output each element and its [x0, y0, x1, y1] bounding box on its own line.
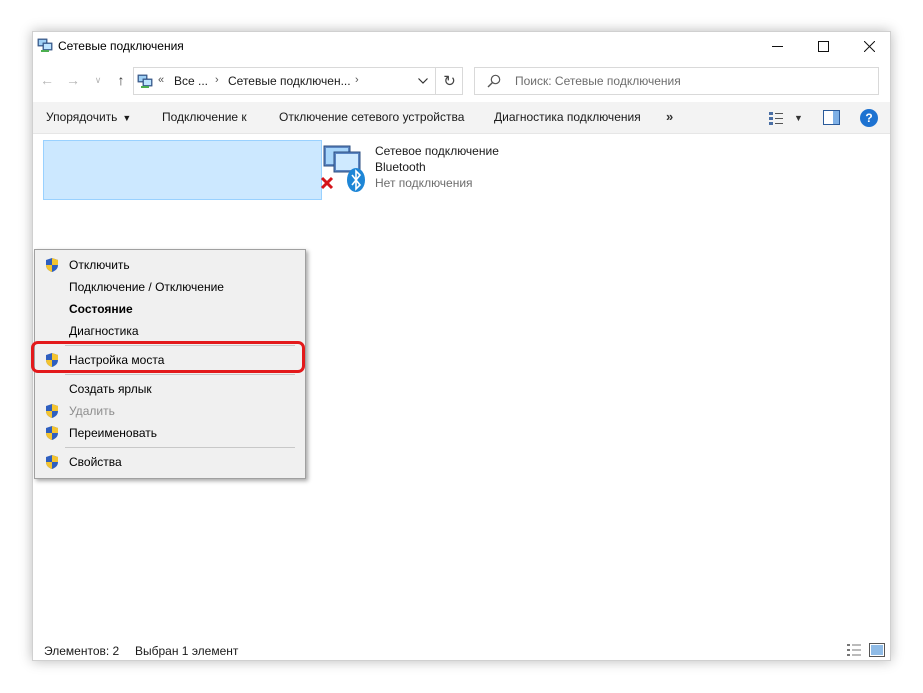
up-button[interactable]: ↑ [111, 69, 131, 91]
close-icon [863, 40, 875, 52]
network-adapter-disconnected-icon [320, 145, 365, 192]
breadcrumb-network-connections[interactable]: Сетевые подключен... [228, 74, 351, 88]
menu-item-status[interactable]: Состояние [37, 298, 303, 320]
help-icon[interactable]: ? [860, 109, 878, 127]
menu-item-label: Удалить [69, 404, 115, 418]
menu-item-label: Переименовать [69, 426, 157, 440]
shield-icon [46, 258, 58, 272]
menu-item-label: Подключение / Отключение [69, 280, 224, 294]
menu-item-create-shortcut[interactable]: Создать ярлык [37, 378, 303, 400]
dropdown-arrow-icon: ▼ [122, 113, 132, 123]
connection-status: Нет подключения [375, 176, 473, 190]
shield-icon [46, 455, 58, 469]
chevron-down-icon [418, 78, 428, 84]
menu-item-label: Свойства [69, 455, 122, 469]
preview-pane-icon[interactable] [823, 110, 840, 125]
change-view-icon[interactable] [768, 110, 784, 126]
overflow-chevron-icon[interactable]: « [158, 74, 164, 86]
menu-item-label: Отключить [69, 258, 130, 272]
connection-name: Сетевое подключение [375, 144, 499, 158]
network-connections-icon [37, 38, 53, 52]
menu-item-rename[interactable]: Переименовать [37, 422, 303, 444]
organize-button[interactable]: Упорядочить ▼ [46, 110, 131, 124]
arrow-right-icon: → [66, 72, 80, 88]
view-options-dropdown-icon[interactable]: ▼ [794, 113, 803, 123]
minimize-icon [771, 45, 783, 47]
diagnose-connection-button[interactable]: Диагностика подключения [494, 110, 641, 124]
menu-item-connect-disconnect[interactable]: Подключение / Отключение [37, 276, 303, 298]
title-bar: Сетевые подключения [33, 32, 890, 60]
navigation-bar: ← → ∨ ↑ « Все ... › Сетевые подключен...… [33, 65, 890, 95]
more-commands-button[interactable]: » [666, 109, 673, 124]
refresh-icon: ↻ [443, 73, 456, 90]
breadcrumb-all-items[interactable]: Все ... [174, 74, 208, 88]
file-list: Сетевое подключение Bluetooth Нет подклю… [33, 135, 890, 632]
address-bar[interactable]: « Все ... › Сетевые подключен... › ↻ [133, 67, 463, 95]
recent-locations-button[interactable]: ∨ [88, 69, 108, 91]
shield-icon [46, 404, 58, 418]
items-count: Элементов: 2 [44, 644, 120, 658]
connection-item[interactable]: Сетевое подключение Bluetooth Нет подклю… [320, 140, 550, 198]
selected-connection-item[interactable] [43, 140, 322, 200]
menu-item-label: Создать ярлык [69, 382, 152, 396]
shield-icon [46, 426, 58, 440]
connection-type: Bluetooth [375, 160, 426, 174]
highlight-ring [31, 341, 305, 373]
arrow-left-icon: ← [40, 72, 54, 88]
large-icons-view-icon[interactable] [869, 643, 885, 657]
refresh-button[interactable]: ↻ [435, 68, 463, 94]
menu-item-diagnostics[interactable]: Диагностика [37, 320, 303, 342]
menu-separator [65, 447, 295, 448]
menu-item-disable[interactable]: Отключить [37, 254, 303, 276]
selection-count: Выбран 1 элемент [135, 644, 239, 658]
maximize-button[interactable] [800, 32, 846, 60]
menu-separator [65, 374, 295, 375]
window-title: Сетевые подключения [58, 39, 184, 53]
search-box[interactable] [474, 67, 879, 95]
breadcrumb-separator-icon[interactable]: › [355, 74, 359, 86]
menu-item-properties[interactable]: Свойства [37, 451, 303, 473]
menu-item-label: Состояние [69, 302, 133, 316]
chevron-down-icon: ∨ [94, 74, 102, 85]
organize-label: Упорядочить [46, 110, 118, 124]
menu-item-label: Диагностика [69, 324, 139, 338]
search-icon [487, 74, 501, 88]
connect-to-button[interactable]: Подключение к [162, 110, 247, 124]
close-button[interactable] [846, 32, 892, 60]
details-view-icon[interactable] [846, 643, 862, 657]
arrow-up-icon: ↑ [117, 72, 125, 88]
search-input[interactable] [515, 72, 870, 90]
command-bar: Упорядочить ▼ Подключение к Отключение се… [33, 102, 890, 134]
forward-button[interactable]: → [63, 69, 83, 91]
menu-item-delete: Удалить [37, 400, 303, 422]
status-bar: Элементов: 2 Выбран 1 элемент [33, 632, 890, 662]
back-button[interactable]: ← [37, 69, 57, 91]
network-connections-icon [137, 74, 153, 88]
address-dropdown-button[interactable] [414, 72, 432, 90]
disable-device-button[interactable]: Отключение сетевого устройства [279, 110, 464, 124]
maximize-icon [817, 40, 829, 52]
minimize-button[interactable] [754, 32, 800, 60]
breadcrumb-separator-icon[interactable]: › [215, 74, 219, 86]
